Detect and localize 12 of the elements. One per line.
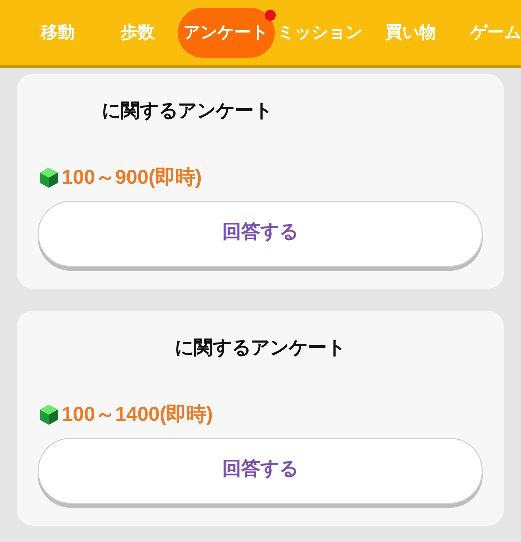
tab[interactable]: 移動 <box>39 8 77 58</box>
reward-text: 100～1400(即時) <box>62 402 214 428</box>
tab[interactable]: ミッション <box>276 8 364 58</box>
tab[interactable]: 歩数 <box>119 8 157 58</box>
tab[interactable]: 買い物 <box>384 8 438 58</box>
gem-icon <box>38 166 60 188</box>
reward-text: 100～900(即時) <box>62 166 202 190</box>
tab[interactable]: ゲーム <box>468 8 521 58</box>
tab[interactable]: アンケート <box>178 8 274 58</box>
survey-title: に関するアンケート <box>175 337 346 361</box>
gem-icon <box>38 404 60 426</box>
survey-title: に関するアンケート <box>102 100 273 124</box>
